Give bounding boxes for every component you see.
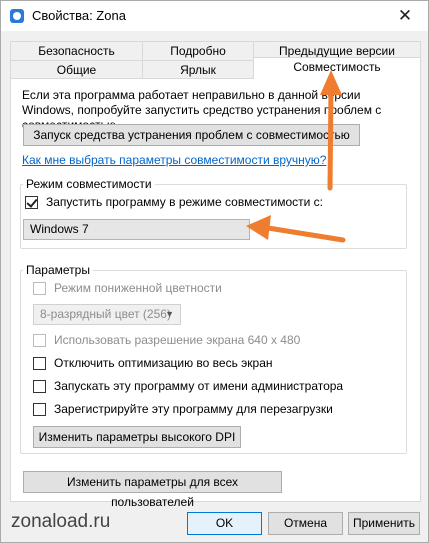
res-640-checkbox[interactable] (33, 334, 46, 347)
compat-mode-checkbox[interactable] (25, 196, 38, 209)
tab-security[interactable]: Безопасность (10, 41, 143, 61)
disable-fullscreen-opt-label: Отключить оптимизацию во весь экран (54, 356, 273, 370)
run-as-admin-checkbox[interactable] (33, 380, 46, 393)
high-dpi-settings-button[interactable]: Изменить параметры высокого DPI (33, 426, 241, 448)
compat-os-select[interactable]: Windows 7 (23, 219, 250, 240)
watermark-text: zonaload.ru (11, 511, 111, 532)
close-button[interactable]: ✕ (382, 1, 428, 31)
res-640-label: Использовать разрешение экрана 640 x 480 (54, 333, 301, 347)
title-bar: Свойства: Zona ✕ (1, 1, 428, 31)
cancel-button[interactable]: Отмена (268, 512, 343, 535)
tab-general[interactable]: Общие (10, 60, 143, 80)
change-all-users-button[interactable]: Изменить параметры для всех пользователе… (23, 471, 282, 509)
window-title: Свойства: Zona (32, 8, 126, 23)
compatibility-panel: Если эта программа работает неправильно … (10, 78, 421, 509)
manual-compat-help-link[interactable]: Как мне выбрать параметры совместимости … (22, 153, 326, 167)
reduced-color-label: Режим пониженной цветности (54, 281, 222, 295)
register-restart-label: Зарегистрируйте эту программу для переза… (54, 402, 333, 416)
color-depth-value: 8-разрядный цвет (256) (40, 307, 171, 321)
color-depth-select[interactable]: 8-разрядный цвет (256) ▼ (33, 304, 181, 325)
reduced-color-checkbox[interactable] (33, 282, 46, 295)
compat-mode-group-label: Режим совместимости (23, 177, 155, 191)
tab-shortcut[interactable]: Ярлык (142, 60, 254, 80)
tab-compatibility[interactable]: Совместимость (253, 57, 421, 79)
settings-group-label: Параметры (23, 263, 93, 277)
troubleshooter-button[interactable]: Запуск средства устранения проблем с сов… (23, 124, 360, 146)
compat-mode-label: Запустить программу в режиме совместимос… (46, 195, 323, 209)
run-as-admin-label: Запускать эту программу от имени админис… (54, 379, 344, 393)
tab-details[interactable]: Подробно (142, 41, 254, 61)
chevron-down-icon: ▼ (165, 309, 174, 319)
apply-button[interactable]: Применить (348, 512, 420, 535)
properties-window: Свойства: Zona ✕ Безопасность Подробно П… (0, 0, 429, 543)
register-restart-checkbox[interactable] (33, 403, 46, 416)
zona-app-icon (10, 9, 24, 23)
ok-button[interactable]: OK (187, 512, 262, 535)
compat-os-value: Windows 7 (30, 222, 89, 236)
disable-fullscreen-opt-checkbox[interactable] (33, 357, 46, 370)
